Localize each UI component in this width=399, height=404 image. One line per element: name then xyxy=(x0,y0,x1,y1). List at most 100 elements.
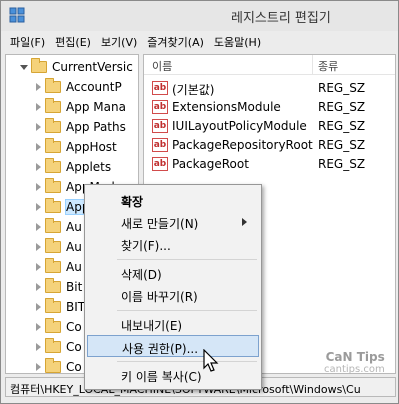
tree-item[interactable]: Co xyxy=(34,317,82,337)
folder-icon xyxy=(45,278,61,293)
folder-icon xyxy=(45,118,61,133)
menu-help[interactable]: 도움말(H) xyxy=(209,32,266,52)
menu-edit[interactable]: 편집(E) xyxy=(50,32,96,52)
watermark-url: cantips.com xyxy=(324,364,385,375)
folder-open-icon xyxy=(31,58,47,73)
list-item[interactable]: ab PackageRepositoryRoot REG_SZ xyxy=(144,136,395,155)
folder-icon xyxy=(45,258,61,273)
menu-item-label: 키 이름 복사(C) xyxy=(121,370,202,384)
tree-item-label: App Paths xyxy=(66,120,126,134)
tree-item-label: AppHost xyxy=(66,140,117,154)
value-type: REG_SZ xyxy=(318,157,366,171)
registry-editor-window: 레지스트리 편집기 파일(F) 편집(E) 보기(V) 즐겨찾기(A) 도움말(… xyxy=(0,0,399,404)
tree-item-label: CurrentVersic xyxy=(52,60,133,74)
expand-arrow-icon[interactable] xyxy=(34,243,42,251)
menu-item-expand[interactable]: 확장 xyxy=(87,189,259,211)
tree-item-currentversion[interactable]: CurrentVersic xyxy=(20,57,133,77)
tree-item[interactable]: Applets xyxy=(34,157,111,177)
tree-item[interactable]: BIT xyxy=(34,297,85,317)
menu-favorites[interactable]: 즐겨찾기(A) xyxy=(142,32,209,52)
tree-item[interactable]: Au xyxy=(34,217,82,237)
expand-arrow-icon[interactable] xyxy=(34,223,42,231)
expand-arrow-icon[interactable] xyxy=(34,303,42,311)
expand-arrow-icon[interactable] xyxy=(34,203,42,211)
expand-arrow-icon[interactable] xyxy=(34,83,42,91)
tree-item[interactable]: Co xyxy=(34,337,82,357)
expand-arrow-icon[interactable] xyxy=(34,343,42,351)
menu-item-label: 확장 xyxy=(121,195,144,209)
tree-item[interactable]: App Paths xyxy=(34,117,126,137)
value-name: ExtensionsModule xyxy=(172,100,281,114)
tree-item[interactable]: Bit xyxy=(34,277,82,297)
tree-item-label: App Mana xyxy=(66,100,126,114)
list-header: 이름 종류 xyxy=(144,55,395,75)
value-name: IUILayoutPolicyModule xyxy=(172,119,307,133)
menu-item-label: 삭제(D) xyxy=(121,268,162,282)
expand-arrow-icon[interactable] xyxy=(34,163,42,171)
tree-item[interactable]: Au xyxy=(34,237,82,257)
folder-icon xyxy=(45,178,61,193)
tree-item-label: Applets xyxy=(66,160,112,174)
menu-item-export[interactable]: 내보내기(E) xyxy=(87,313,259,335)
tree-item-label: Co xyxy=(66,320,82,334)
value-name: (기본값) xyxy=(172,83,215,97)
menu-item-label: 새로 만들기(N) xyxy=(121,217,199,231)
list-item[interactable]: ab (기본값) REG_SZ xyxy=(144,79,395,98)
value-type: REG_SZ xyxy=(318,81,366,95)
menu-item-label: 내보내기(E) xyxy=(121,319,183,333)
list-item[interactable]: ab ExtensionsModule REG_SZ xyxy=(144,98,395,117)
column-header-name[interactable]: 이름 xyxy=(152,58,172,74)
expand-arrow-icon[interactable] xyxy=(34,283,42,291)
column-header-type[interactable]: 종류 xyxy=(318,58,338,74)
menu-view[interactable]: 보기(V) xyxy=(96,32,142,52)
list-item[interactable]: ab PackageRoot REG_SZ xyxy=(144,155,395,174)
menu-file[interactable]: 파일(F) xyxy=(5,32,50,52)
string-value-icon: ab xyxy=(152,81,168,95)
list-item[interactable]: ab IUILayoutPolicyModule REG_SZ xyxy=(144,117,395,136)
folder-icon xyxy=(45,238,61,253)
menu-separator xyxy=(117,259,257,260)
expand-arrow-icon[interactable] xyxy=(34,143,42,151)
menu-separator xyxy=(117,361,257,362)
menu-item-delete[interactable]: 삭제(D) xyxy=(87,262,259,284)
folder-icon xyxy=(45,98,61,113)
string-value-icon: ab xyxy=(152,157,168,171)
context-menu: 확장 새로 만들기(N) 찾기(F)... 삭제(D) 이름 바꾸기(R) 내보… xyxy=(84,184,262,390)
tree-item[interactable]: Au xyxy=(34,257,82,277)
menu-item-new[interactable]: 새로 만들기(N) xyxy=(87,211,259,233)
window-title: 레지스트리 편집기 xyxy=(231,11,331,26)
expand-arrow-icon[interactable] xyxy=(34,123,42,131)
tree-item[interactable]: App Mana xyxy=(34,97,126,117)
value-type: REG_SZ xyxy=(318,138,366,152)
tree-item-label: AccountP xyxy=(66,80,122,94)
expand-arrow-icon[interactable] xyxy=(34,323,42,331)
menu-item-label: 사용 권한(P)... xyxy=(122,342,199,356)
tree-item-selected[interactable]: App xyxy=(34,197,91,217)
value-type: REG_SZ xyxy=(318,119,366,133)
expand-arrow-icon[interactable] xyxy=(34,363,42,371)
folder-icon xyxy=(45,358,61,373)
menu-item-permissions[interactable]: 사용 권한(P)... xyxy=(87,335,259,357)
collapse-arrow-icon[interactable] xyxy=(20,63,28,71)
tree-item-label: Au xyxy=(66,240,82,254)
watermark: CaN Tips cantips.com xyxy=(324,350,385,375)
tree-item[interactable]: Co xyxy=(34,357,82,373)
mouse-pointer-icon xyxy=(203,349,219,372)
title-bar[interactable]: 레지스트리 편집기 xyxy=(1,1,398,31)
string-value-icon: ab xyxy=(152,100,168,114)
folder-icon xyxy=(45,78,61,93)
expand-arrow-icon[interactable] xyxy=(34,183,42,191)
menu-item-find[interactable]: 찾기(F)... xyxy=(87,233,259,255)
folder-icon xyxy=(45,318,61,333)
tree-item-label: Co xyxy=(66,340,82,354)
menu-item-rename[interactable]: 이름 바꾸기(R) xyxy=(87,284,259,306)
expand-arrow-icon[interactable] xyxy=(34,263,42,271)
menu-item-copy-key-name[interactable]: 키 이름 복사(C) xyxy=(87,364,259,386)
tree-item[interactable]: AccountP xyxy=(34,77,122,97)
menu-item-label: 이름 바꾸기(R) xyxy=(121,290,198,304)
value-name: PackageRepositoryRoot xyxy=(172,138,313,152)
expand-arrow-icon[interactable] xyxy=(34,103,42,111)
column-divider[interactable] xyxy=(312,55,313,75)
folder-icon xyxy=(45,298,61,313)
tree-item[interactable]: AppHost xyxy=(34,137,117,157)
